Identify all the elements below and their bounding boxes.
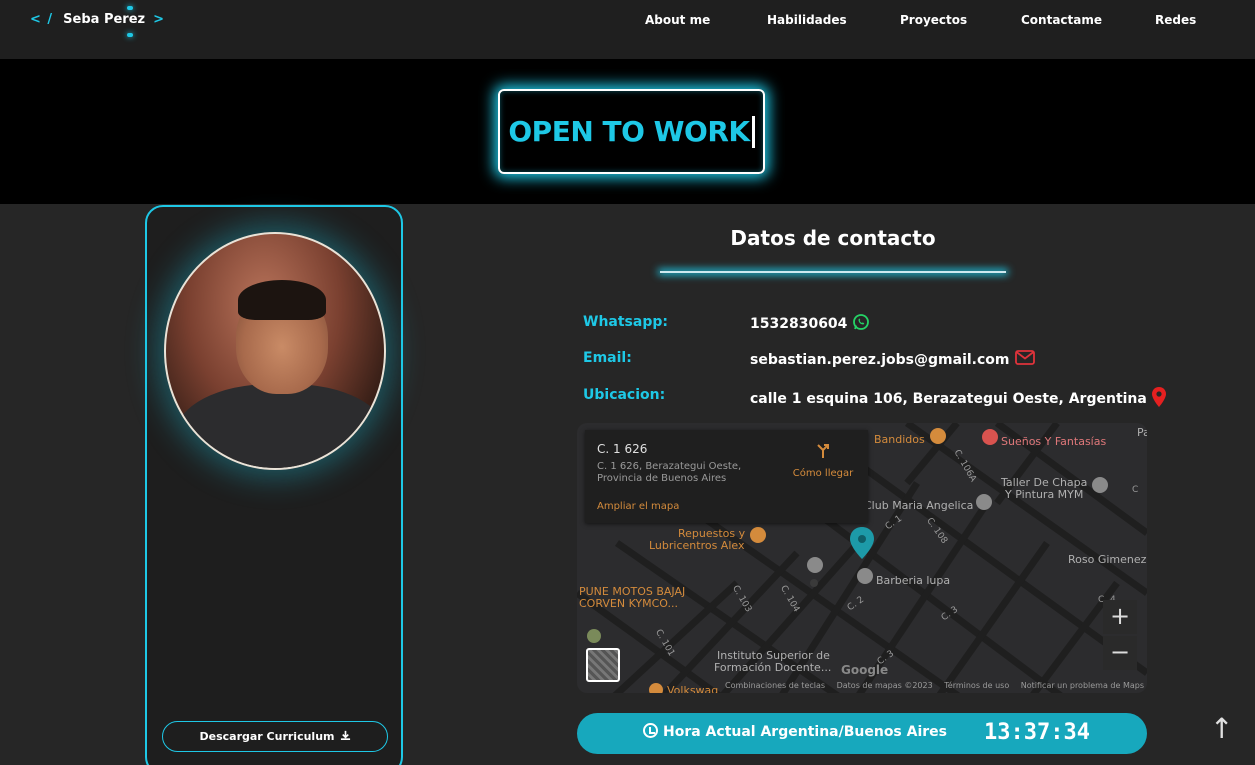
email-label: Email: <box>583 350 632 366</box>
download-cv-button[interactable]: Descargar Curriculum <box>162 721 388 752</box>
map-zoom-out-button[interactable]: − <box>1103 636 1137 670</box>
selected-location-pin-icon <box>850 527 874 559</box>
photo-hair <box>238 280 326 320</box>
poi-marker-icon <box>587 629 601 643</box>
poi-marker-icon <box>750 527 766 543</box>
google-logo: Google <box>841 663 889 677</box>
enlarge-map-link[interactable]: Ampliar el mapa <box>597 501 679 512</box>
map-footer: Combinaciones de teclas Datos de mapas ©… <box>725 681 1147 690</box>
hero-banner: OPEN TO WORK <box>0 59 1255 204</box>
envelope-icon[interactable] <box>1014 350 1035 369</box>
map-poi-barberia: Barberia lupa <box>876 574 951 587</box>
street-label: C <box>1132 485 1139 495</box>
profile-photo <box>164 232 386 470</box>
poi-marker-icon <box>930 428 946 444</box>
nav-link-contactame[interactable]: Contactame <box>1021 13 1102 27</box>
contact-title: Datos de contacto <box>730 226 936 250</box>
map-footer-data: Datos de mapas ©2023 <box>836 681 933 690</box>
download-cv-label: Descargar Curriculum <box>199 730 335 743</box>
whatsapp-icon[interactable] <box>852 313 870 335</box>
nav-link-redes[interactable]: Redes <box>1155 13 1196 27</box>
whatsapp-label: Whatsapp: <box>583 314 668 330</box>
typing-cursor <box>751 115 755 148</box>
map-poi-suenos: Sueños Y Fantasías <box>1001 435 1107 448</box>
poi-marker-icon <box>649 683 663 693</box>
location-value-row: calle 1 esquina 106, Berazategui Oeste, … <box>750 387 1166 411</box>
map-poi-taller-2: Y Pintura MYM <box>1005 488 1084 501</box>
scroll-to-top-arrow-icon[interactable]: ↑ <box>1210 712 1233 745</box>
poi-marker-icon <box>976 494 992 510</box>
map-footer-shortcuts[interactable]: Combinaciones de teclas <box>725 681 825 690</box>
clock-label: Hora Actual Argentina/Buenos Aires <box>663 724 948 740</box>
nav-link-proyectos[interactable]: Proyectos <box>900 13 967 27</box>
photo-shirt <box>176 384 384 468</box>
nav-link-about-me[interactable]: About me <box>645 13 710 27</box>
clock-bar: Hora Actual Argentina/Buenos Aires 13:37… <box>577 713 1147 754</box>
map-zoom-in-button[interactable]: + <box>1103 600 1137 634</box>
street-label: Pa <box>1137 426 1147 439</box>
satellite-toggle[interactable] <box>586 648 620 682</box>
whatsapp-value-row: 1532830604 <box>750 313 870 335</box>
map-place-card: C. 1 626 C. 1 626, Berazategui Oeste, Pr… <box>585 430 868 523</box>
directions-icon <box>790 441 856 464</box>
map-place-address: C. 1 626, Berazategui Oeste, Provincia d… <box>597 461 742 484</box>
nav-link-habilidades[interactable]: Habilidades <box>767 13 847 27</box>
map-poi-club: Club Maria Angelica <box>864 499 974 512</box>
whatsapp-value[interactable]: 1532830604 <box>750 316 847 332</box>
directions-label: Cómo llegar <box>792 468 854 479</box>
directions-button[interactable]: Cómo llegar <box>790 441 856 479</box>
map-pin-icon[interactable] <box>1151 387 1166 411</box>
map-place-title: C. 1 626 <box>597 442 648 456</box>
download-icon <box>340 730 351 744</box>
contact-title-underline <box>660 271 1006 273</box>
profile-card: Descargar Curriculum <box>145 205 403 765</box>
map-poi-volkswagen: Volkswag <box>667 684 719 693</box>
location-value: calle 1 esquina 106, Berazategui Oeste, … <box>750 391 1147 407</box>
brand-dot <box>127 33 133 37</box>
map-poi-roso: Roso Gimenez <box>1068 553 1147 566</box>
open-to-work-text: OPEN TO WORK <box>508 115 750 148</box>
clock-time: 13:37:34 <box>984 720 1090 745</box>
map-footer-report[interactable]: Notificar un problema de Maps <box>1021 681 1144 690</box>
brand-dot <box>127 6 133 10</box>
email-value-row: sebastian.perez.jobs@gmail.com <box>750 350 1035 369</box>
embedded-map[interactable]: Bandidos Sueños Y Fantasías Taller De Ch… <box>577 423 1147 693</box>
map-footer-terms[interactable]: Términos de uso <box>944 681 1009 690</box>
poi-marker-icon <box>982 429 998 445</box>
nav-links: About me Habilidades Proyectos Contactam… <box>0 13 1255 33</box>
poi-marker-icon <box>807 557 823 573</box>
navbar: < / Seba Perez > About me Habilidades Pr… <box>0 0 1255 59</box>
poi-marker-icon <box>857 568 873 584</box>
map-poi-bandidos: Bandidos <box>874 433 925 446</box>
poi-marker-icon <box>1092 477 1108 493</box>
map-poi-pune-2: CORVEN KYMCO... <box>579 597 678 610</box>
email-value[interactable]: sebastian.perez.jobs@gmail.com <box>750 352 1010 368</box>
map-poi-instituto-2: Formación Docente... <box>714 661 832 674</box>
location-label: Ubicacion: <box>583 387 666 403</box>
map-poi-repuestos-2: Lubricentros Alex <box>649 539 745 552</box>
open-to-work-box: OPEN TO WORK <box>498 89 765 174</box>
clock-icon <box>643 723 658 738</box>
